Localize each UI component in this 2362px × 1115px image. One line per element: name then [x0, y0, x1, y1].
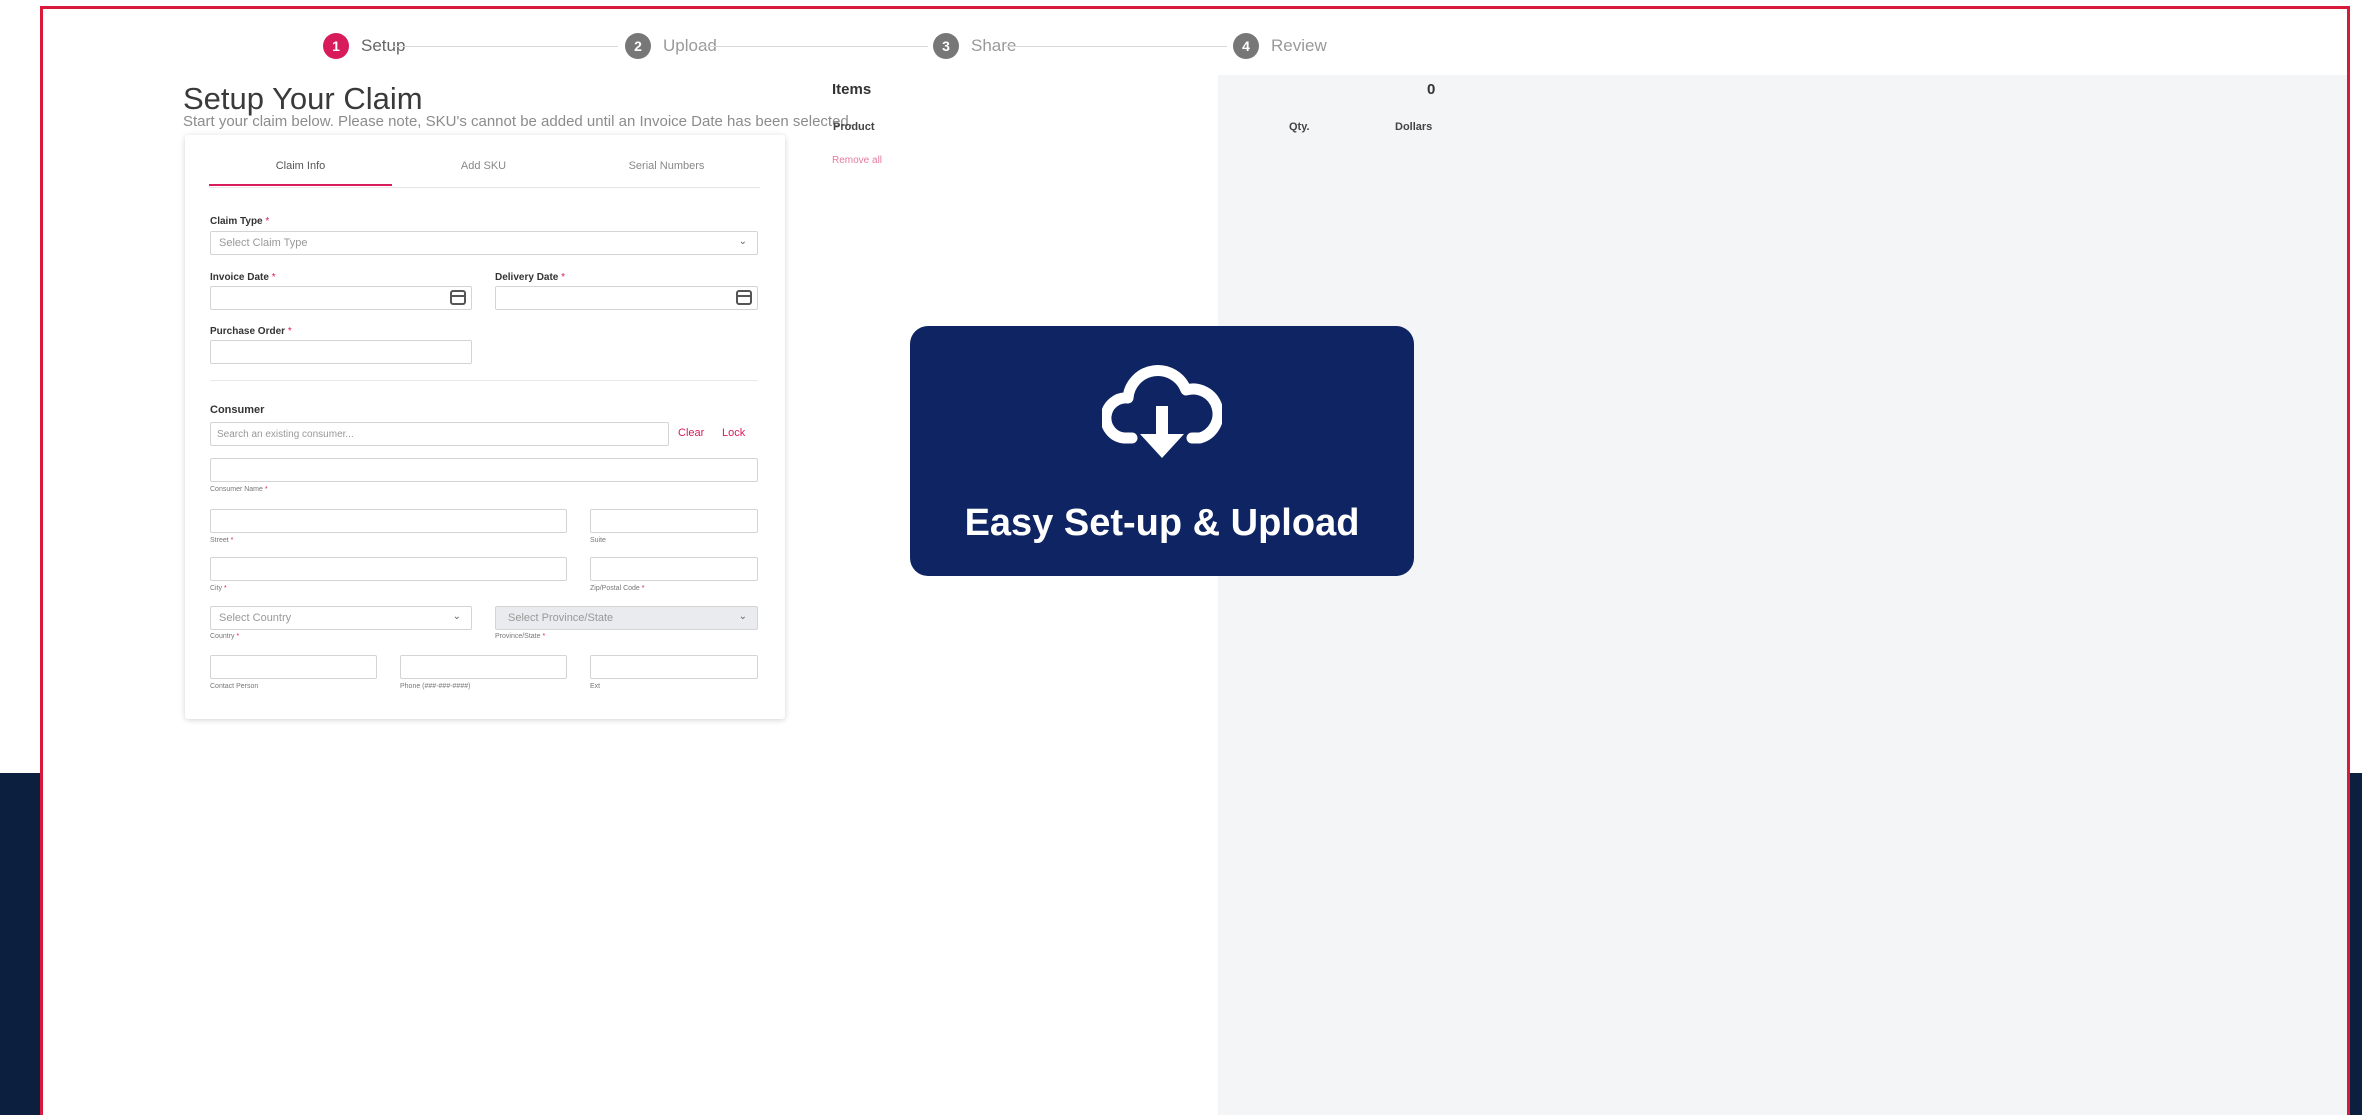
required-mark: *	[561, 272, 566, 283]
required-mark: *	[641, 585, 645, 592]
form-tabs: Claim Info Add SKU Serial Numbers	[209, 151, 760, 188]
step-number: 2	[625, 33, 651, 59]
calendar-icon[interactable]	[736, 290, 752, 305]
chevron-down-icon: ⌄	[452, 611, 461, 622]
label-text: Purchase Order	[210, 326, 286, 337]
label-text: Province/State	[495, 633, 541, 640]
claim-form-card: Claim Info Add SKU Serial Numbers Claim …	[185, 135, 785, 719]
ext-input[interactable]	[590, 655, 758, 679]
remove-all-link[interactable]: Remove all	[832, 155, 882, 166]
required-mark: *	[542, 633, 546, 640]
street-input[interactable]	[210, 509, 567, 533]
promo-card: Easy Set-up & Upload	[910, 326, 1414, 576]
label-text: Delivery Date	[495, 272, 559, 283]
select-placeholder: Select Province/State	[508, 612, 614, 624]
section-divider	[210, 380, 758, 381]
items-title: Items	[832, 81, 872, 98]
contact-person-label: Contact Person	[210, 683, 259, 690]
column-header-dollars: Dollars	[1395, 121, 1433, 133]
city-label: City *	[210, 585, 227, 592]
suite-label: Suite	[590, 537, 606, 544]
delivery-date-input[interactable]	[495, 286, 758, 310]
step-review[interactable]: 4 Review	[1233, 33, 1327, 59]
calendar-icon[interactable]	[450, 290, 466, 305]
consumer-name-label: Consumer Name *	[210, 486, 268, 493]
label-text: Country	[210, 633, 235, 640]
cloud-download-icon	[1102, 365, 1222, 458]
select-placeholder: Select Country	[219, 612, 292, 624]
suite-input[interactable]	[590, 509, 758, 533]
step-label: Review	[1271, 36, 1327, 55]
invoice-date-label: Invoice Date *	[210, 272, 276, 283]
step-connector	[393, 46, 618, 47]
required-mark: *	[264, 486, 268, 493]
purchase-order-label: Purchase Order *	[210, 326, 292, 337]
label-text: Street	[210, 537, 229, 544]
consumer-name-input[interactable]	[210, 458, 758, 482]
country-select[interactable]: Select Country ⌄	[210, 606, 472, 630]
city-input[interactable]	[210, 557, 567, 581]
contact-person-input[interactable]	[210, 655, 377, 679]
label-text: Claim Type	[210, 216, 263, 227]
column-header-qty: Qty.	[1289, 121, 1310, 133]
street-label: Street *	[210, 537, 233, 544]
claim-type-select[interactable]: Select Claim Type ⌄	[210, 231, 758, 255]
invoice-date-input[interactable]	[210, 286, 472, 310]
items-panel-background	[1218, 75, 2347, 1115]
consumer-heading: Consumer	[210, 404, 265, 416]
clear-link[interactable]: Clear	[678, 427, 704, 439]
required-mark: *	[265, 216, 270, 227]
select-placeholder: Select Claim Type	[219, 237, 308, 249]
delivery-date-label: Delivery Date *	[495, 272, 565, 283]
step-number: 3	[933, 33, 959, 59]
column-header-product: Product	[833, 121, 875, 133]
province-label: Province/State *	[495, 633, 545, 640]
label-text: City	[210, 585, 223, 592]
step-number: 1	[323, 33, 349, 59]
step-number: 4	[1233, 33, 1259, 59]
tab-add-sku[interactable]: Add SKU	[392, 160, 575, 172]
province-select[interactable]: Select Province/State ⌄	[495, 606, 758, 630]
lock-link[interactable]: Lock	[722, 427, 745, 439]
label-text: Zip/Postal Code	[590, 585, 640, 592]
purchase-order-input[interactable]	[210, 340, 472, 364]
consumer-search-input[interactable]: Search an existing consumer...	[210, 422, 669, 446]
active-tab-indicator	[209, 184, 392, 186]
required-mark: *	[287, 326, 292, 337]
chevron-down-icon: ⌄	[738, 236, 747, 247]
required-mark: *	[236, 633, 240, 640]
required-mark: *	[224, 585, 227, 592]
required-mark: *	[230, 537, 234, 544]
required-mark: *	[271, 272, 276, 283]
promo-headline: Easy Set-up & Upload	[964, 502, 1360, 544]
claim-type-label: Claim Type *	[210, 216, 269, 227]
tab-serial-numbers[interactable]: Serial Numbers	[575, 160, 758, 172]
page-subtitle: Start your claim below. Please note, SKU…	[183, 113, 853, 130]
step-share[interactable]: 3 Share	[933, 33, 1016, 59]
ext-label: Ext	[590, 683, 601, 690]
chevron-down-icon: ⌄	[738, 611, 747, 622]
label-text: Invoice Date	[210, 272, 269, 283]
input-placeholder: Search an existing consumer...	[217, 428, 354, 440]
zip-input[interactable]	[590, 557, 758, 581]
phone-label: Phone (###-###-####)	[400, 683, 471, 690]
country-label: Country *	[210, 633, 239, 640]
items-count: 0	[1427, 81, 1436, 98]
label-text: Consumer Name	[210, 486, 263, 493]
progress-stepper: 1 Setup 2 Upload 3 Share 4 Review	[43, 9, 2347, 75]
zip-label: Zip/Postal Code *	[590, 585, 645, 592]
step-connector	[703, 46, 928, 47]
tab-claim-info[interactable]: Claim Info	[209, 160, 392, 172]
phone-input[interactable]	[400, 655, 567, 679]
step-connector	[1005, 46, 1227, 47]
page-title: Setup Your Claim	[183, 81, 423, 116]
